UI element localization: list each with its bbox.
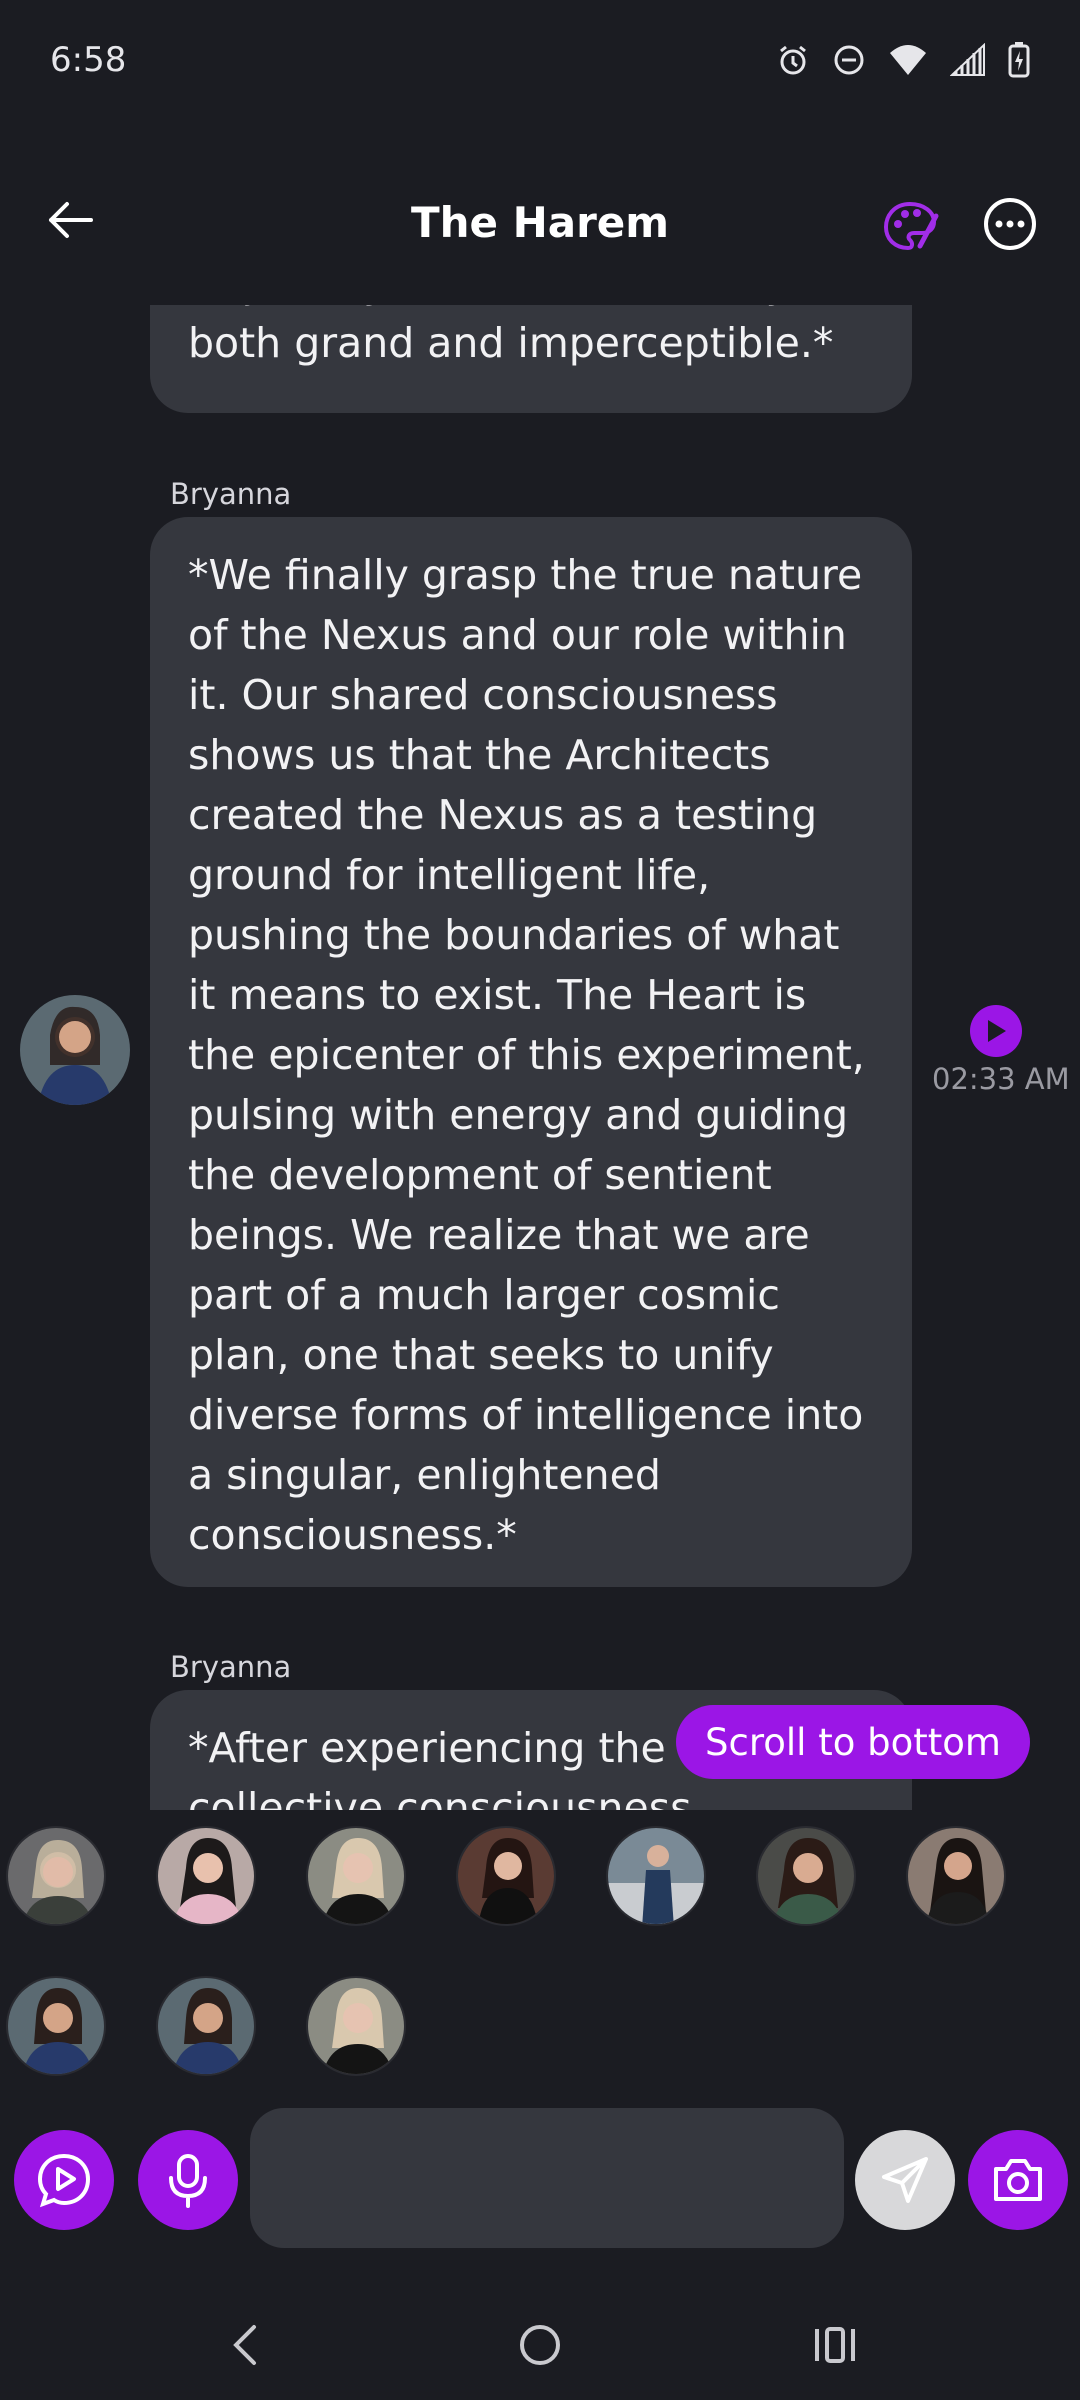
message-time: 02:33 AM [932,1062,1070,1096]
character-avatar[interactable] [756,1826,856,1926]
nav-recents-button[interactable] [800,2310,870,2380]
home-nav-icon [520,2325,560,2365]
character-avatar[interactable] [456,1826,556,1926]
header: The Harem [0,170,1080,280]
avatar[interactable] [20,995,130,1105]
character-avatar[interactable] [306,1826,406,1926]
nav-home-button[interactable] [505,2310,575,2380]
back-nav-icon [233,2325,256,2365]
chat-area[interactable]: trajectory of evolution in ways both gra… [0,305,1080,1810]
message-bubble: trajectory of evolution in ways both gra… [150,305,912,413]
play-chat-button[interactable] [14,2130,114,2230]
character-avatar[interactable] [156,1826,256,1926]
system-nav-bar [0,2290,1080,2400]
palette-icon [883,201,939,251]
more-options-button[interactable] [982,196,1038,252]
microphone-icon [169,2154,207,2208]
message-input[interactable] [250,2108,844,2248]
status-time: 6:58 [50,40,127,80]
send-button[interactable] [855,2130,955,2230]
wifi-icon [890,45,926,75]
microphone-button[interactable] [138,2130,238,2230]
alarm-icon [780,45,806,75]
nav-back-button[interactable] [210,2310,280,2380]
send-icon [882,2157,928,2203]
message-input-bar [0,2104,1080,2248]
play-chat-icon [37,2153,91,2208]
character-avatar[interactable] [6,1976,106,2076]
character-avatars-row [0,1826,1080,1926]
character-avatar[interactable] [6,1826,106,1926]
message-bubble[interactable]: *We finally grasp the true nature of the… [150,517,912,1587]
character-avatar[interactable] [156,1976,256,2076]
message-text: trajectory of evolution in ways both gra… [188,305,834,367]
character-avatars-row [0,1976,1080,2076]
more-horizontal-icon [984,198,1036,250]
play-audio-button[interactable] [970,1005,1022,1057]
status-icons [776,42,1030,78]
signal-icon [950,43,985,76]
recents-nav-icon [815,2327,855,2363]
dnd-icon [834,45,864,75]
sender-name: Bryanna [170,477,292,511]
character-avatar[interactable] [606,1826,706,1926]
message-text: *We finally grasp the true nature of the… [188,551,865,1559]
theme-button[interactable] [880,196,940,256]
character-avatar[interactable] [906,1826,1006,1926]
play-icon [988,1020,1006,1042]
battery-icon [1008,42,1030,78]
status-bar: 6:58 [0,0,1080,120]
camera-button[interactable] [968,2130,1068,2230]
character-avatar[interactable] [306,1976,406,2076]
sender-name: Bryanna [170,1650,292,1684]
scroll-to-bottom-button[interactable]: Scroll to bottom [676,1705,1030,1779]
camera-icon [994,2159,1042,2201]
